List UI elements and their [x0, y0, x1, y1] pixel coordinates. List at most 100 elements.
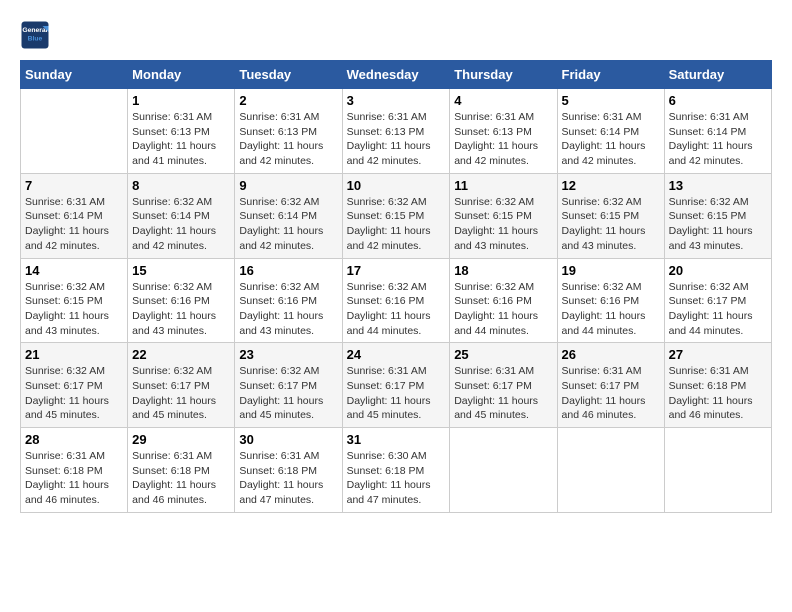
calendar-cell: 18Sunrise: 6:32 AM Sunset: 6:16 PM Dayli…: [450, 258, 557, 343]
day-number: 2: [239, 93, 337, 108]
calendar-week-row: 7 Sunrise: 6:31 AM Sunset: 6:14 PM Daylig…: [21, 173, 772, 258]
calendar-cell: 26 Sunrise: 6:31 AM Sunset: 6:17 PM Dayli…: [557, 343, 664, 428]
calendar-header-row: SundayMondayTuesdayWednesdayThursdayFrid…: [21, 61, 772, 89]
day-number: 1: [132, 93, 230, 108]
day-info: Sunrise: 6:31 AM Sunset: 6:18 PM Dayligh…: [25, 449, 123, 508]
day-number: 7: [25, 178, 123, 193]
day-info: Sunrise: 6:32 AM Sunset: 6:17 PM Dayligh…: [669, 280, 767, 339]
calendar-cell: 31 Sunrise: 6:30 AM Sunset: 6:18 PM Dayli…: [342, 428, 450, 513]
calendar-cell: 13Sunrise: 6:32 AM Sunset: 6:15 PM Dayli…: [664, 173, 771, 258]
calendar-header-friday: Friday: [557, 61, 664, 89]
day-info: Sunrise: 6:32 AM Sunset: 6:14 PM Dayligh…: [132, 195, 230, 254]
day-info: Sunrise: 6:32 AM Sunset: 6:17 PM Dayligh…: [25, 364, 123, 423]
calendar-header-sunday: Sunday: [21, 61, 128, 89]
day-number: 5: [562, 93, 660, 108]
day-number: 22: [132, 347, 230, 362]
calendar-cell: 21 Sunrise: 6:32 AM Sunset: 6:17 PM Dayli…: [21, 343, 128, 428]
calendar-header-saturday: Saturday: [664, 61, 771, 89]
day-info: Sunrise: 6:32 AM Sunset: 6:14 PM Dayligh…: [239, 195, 337, 254]
calendar-cell: [664, 428, 771, 513]
calendar-header-monday: Monday: [128, 61, 235, 89]
day-number: 14: [25, 263, 123, 278]
day-info: Sunrise: 6:32 AM Sunset: 6:16 PM Dayligh…: [239, 280, 337, 339]
calendar-week-row: 21 Sunrise: 6:32 AM Sunset: 6:17 PM Dayli…: [21, 343, 772, 428]
day-number: 15: [132, 263, 230, 278]
calendar-week-row: 14 Sunrise: 6:32 AM Sunset: 6:15 PM Dayli…: [21, 258, 772, 343]
day-number: 11: [454, 178, 552, 193]
day-info: Sunrise: 6:32 AM Sunset: 6:17 PM Dayligh…: [132, 364, 230, 423]
day-info: Sunrise: 6:32 AM Sunset: 6:16 PM Dayligh…: [132, 280, 230, 339]
logo: General Blue: [20, 20, 54, 50]
day-number: 9: [239, 178, 337, 193]
calendar-header-thursday: Thursday: [450, 61, 557, 89]
calendar-table: SundayMondayTuesdayWednesdayThursdayFrid…: [20, 60, 772, 513]
calendar-cell: 7 Sunrise: 6:31 AM Sunset: 6:14 PM Daylig…: [21, 173, 128, 258]
day-number: 20: [669, 263, 767, 278]
calendar-cell: 17 Sunrise: 6:32 AM Sunset: 6:16 PM Dayli…: [342, 258, 450, 343]
calendar-cell: 8 Sunrise: 6:32 AM Sunset: 6:14 PM Daylig…: [128, 173, 235, 258]
calendar-cell: [557, 428, 664, 513]
calendar-cell: 12 Sunrise: 6:32 AM Sunset: 6:15 PM Dayli…: [557, 173, 664, 258]
calendar-cell: 3 Sunrise: 6:31 AM Sunset: 6:13 PM Daylig…: [342, 89, 450, 174]
calendar-cell: 30Sunrise: 6:31 AM Sunset: 6:18 PM Dayli…: [235, 428, 342, 513]
calendar-cell: 27 Sunrise: 6:31 AM Sunset: 6:18 PM Dayli…: [664, 343, 771, 428]
day-number: 17: [347, 263, 446, 278]
day-info: Sunrise: 6:31 AM Sunset: 6:13 PM Dayligh…: [347, 110, 446, 169]
day-info: Sunrise: 6:31 AM Sunset: 6:18 PM Dayligh…: [669, 364, 767, 423]
calendar-cell: 9 Sunrise: 6:32 AM Sunset: 6:14 PM Daylig…: [235, 173, 342, 258]
calendar-cell: 25 Sunrise: 6:31 AM Sunset: 6:17 PM Dayli…: [450, 343, 557, 428]
day-info: Sunrise: 6:31 AM Sunset: 6:13 PM Dayligh…: [239, 110, 337, 169]
day-number: 31: [347, 432, 446, 447]
day-info: Sunrise: 6:32 AM Sunset: 6:15 PM Dayligh…: [25, 280, 123, 339]
day-number: 12: [562, 178, 660, 193]
day-info: Sunrise: 6:32 AM Sunset: 6:17 PM Dayligh…: [239, 364, 337, 423]
day-number: 3: [347, 93, 446, 108]
page-header: General Blue: [20, 20, 772, 50]
day-number: 30: [239, 432, 337, 447]
svg-text:Blue: Blue: [28, 35, 43, 42]
day-info: Sunrise: 6:31 AM Sunset: 6:14 PM Dayligh…: [25, 195, 123, 254]
day-info: Sunrise: 6:32 AM Sunset: 6:15 PM Dayligh…: [347, 195, 446, 254]
calendar-cell: 28 Sunrise: 6:31 AM Sunset: 6:18 PM Dayli…: [21, 428, 128, 513]
day-number: 10: [347, 178, 446, 193]
day-info: Sunrise: 6:31 AM Sunset: 6:13 PM Dayligh…: [132, 110, 230, 169]
calendar-cell: 19Sunrise: 6:32 AM Sunset: 6:16 PM Dayli…: [557, 258, 664, 343]
logo-icon: General Blue: [20, 20, 50, 50]
calendar-cell: 5 Sunrise: 6:31 AM Sunset: 6:14 PM Daylig…: [557, 89, 664, 174]
day-number: 25: [454, 347, 552, 362]
day-number: 21: [25, 347, 123, 362]
calendar-header-tuesday: Tuesday: [235, 61, 342, 89]
calendar-week-row: 1 Sunrise: 6:31 AM Sunset: 6:13 PM Daylig…: [21, 89, 772, 174]
day-info: Sunrise: 6:31 AM Sunset: 6:17 PM Dayligh…: [347, 364, 446, 423]
calendar-cell: 4Sunrise: 6:31 AM Sunset: 6:13 PM Daylig…: [450, 89, 557, 174]
day-info: Sunrise: 6:31 AM Sunset: 6:14 PM Dayligh…: [669, 110, 767, 169]
day-number: 23: [239, 347, 337, 362]
day-info: Sunrise: 6:32 AM Sunset: 6:16 PM Dayligh…: [562, 280, 660, 339]
day-info: Sunrise: 6:31 AM Sunset: 6:13 PM Dayligh…: [454, 110, 552, 169]
day-info: Sunrise: 6:32 AM Sunset: 6:16 PM Dayligh…: [454, 280, 552, 339]
svg-text:General: General: [22, 27, 47, 34]
day-info: Sunrise: 6:31 AM Sunset: 6:17 PM Dayligh…: [454, 364, 552, 423]
day-number: 27: [669, 347, 767, 362]
day-info: Sunrise: 6:31 AM Sunset: 6:17 PM Dayligh…: [562, 364, 660, 423]
day-info: Sunrise: 6:30 AM Sunset: 6:18 PM Dayligh…: [347, 449, 446, 508]
day-info: Sunrise: 6:32 AM Sunset: 6:15 PM Dayligh…: [454, 195, 552, 254]
day-number: 26: [562, 347, 660, 362]
calendar-cell: 29Sunrise: 6:31 AM Sunset: 6:18 PM Dayli…: [128, 428, 235, 513]
calendar-cell: 2 Sunrise: 6:31 AM Sunset: 6:13 PM Daylig…: [235, 89, 342, 174]
day-info: Sunrise: 6:32 AM Sunset: 6:15 PM Dayligh…: [562, 195, 660, 254]
calendar-cell: 14 Sunrise: 6:32 AM Sunset: 6:15 PM Dayli…: [21, 258, 128, 343]
day-info: Sunrise: 6:32 AM Sunset: 6:16 PM Dayligh…: [347, 280, 446, 339]
day-info: Sunrise: 6:31 AM Sunset: 6:14 PM Dayligh…: [562, 110, 660, 169]
calendar-cell: 11 Sunrise: 6:32 AM Sunset: 6:15 PM Dayli…: [450, 173, 557, 258]
day-number: 8: [132, 178, 230, 193]
calendar-cell: 10 Sunrise: 6:32 AM Sunset: 6:15 PM Dayli…: [342, 173, 450, 258]
calendar-cell: 16 Sunrise: 6:32 AM Sunset: 6:16 PM Dayli…: [235, 258, 342, 343]
day-number: 28: [25, 432, 123, 447]
calendar-header-wednesday: Wednesday: [342, 61, 450, 89]
day-info: Sunrise: 6:31 AM Sunset: 6:18 PM Dayligh…: [132, 449, 230, 508]
calendar-cell: 6Sunrise: 6:31 AM Sunset: 6:14 PM Daylig…: [664, 89, 771, 174]
calendar-week-row: 28 Sunrise: 6:31 AM Sunset: 6:18 PM Dayli…: [21, 428, 772, 513]
day-number: 16: [239, 263, 337, 278]
calendar-cell: 15 Sunrise: 6:32 AM Sunset: 6:16 PM Dayli…: [128, 258, 235, 343]
